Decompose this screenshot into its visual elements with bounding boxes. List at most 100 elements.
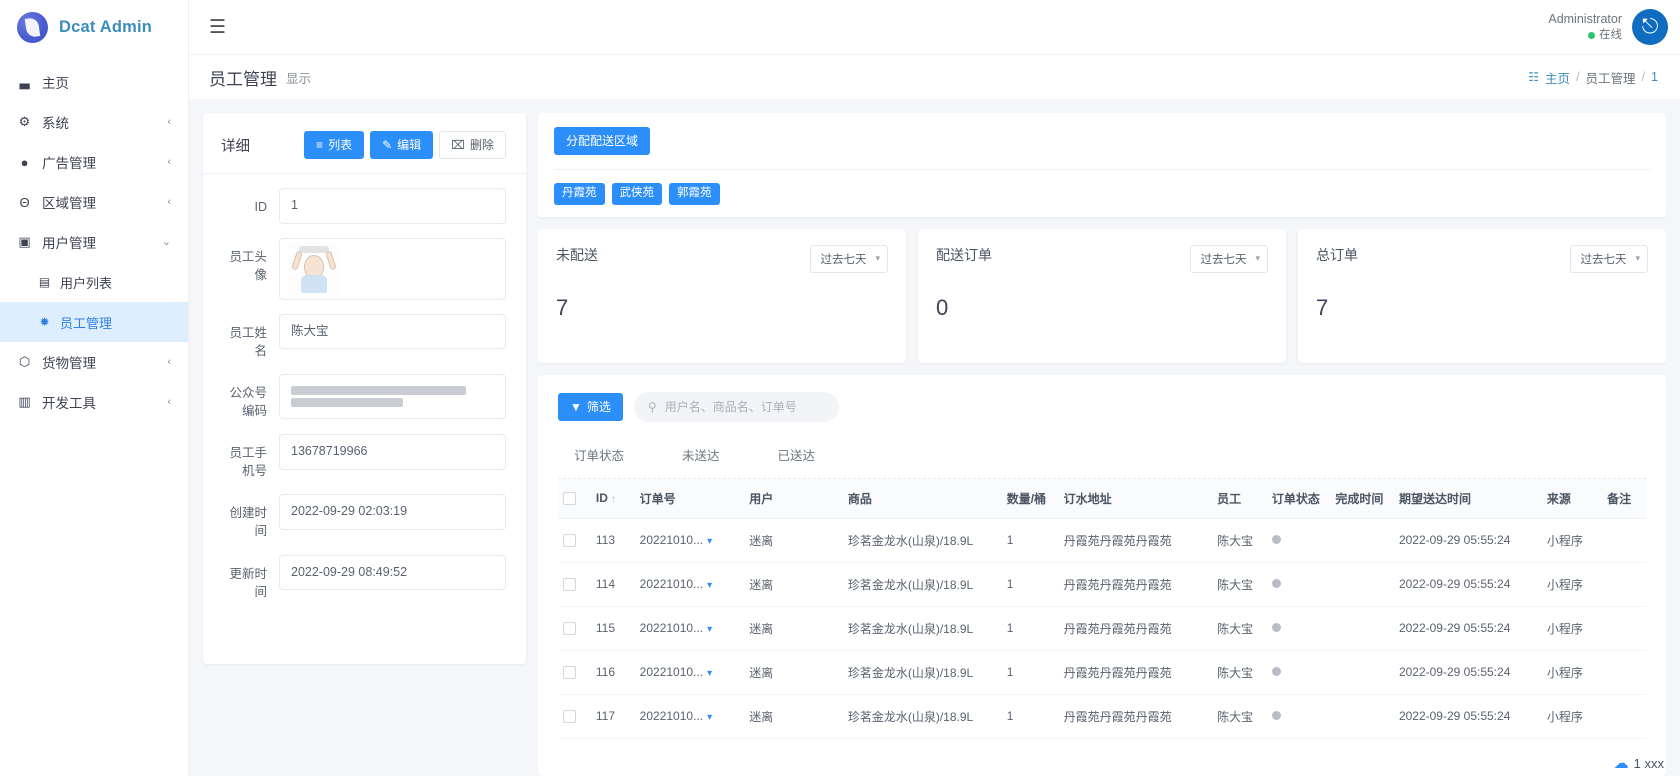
- sidebar-item-label: 广告管理: [42, 156, 96, 171]
- sidebar-item-4[interactable]: ▣ 用户管理 ⌄: [0, 222, 188, 262]
- stat-range-select[interactable]: 过去七天 ▾: [1570, 244, 1648, 273]
- tab-2[interactable]: 已送达: [778, 441, 816, 468]
- row-checkbox[interactable]: [563, 666, 576, 680]
- tab-0[interactable]: 订单状态: [574, 441, 624, 468]
- detail-field-label: 员工姓名: [229, 325, 267, 358]
- stat-range-label: 过去七天: [1580, 253, 1627, 266]
- cell-order-no[interactable]: 20221010... ▾: [634, 562, 745, 607]
- area-tag[interactable]: 丹霞苑: [554, 183, 605, 205]
- search-icon: ⚲: [647, 399, 657, 414]
- grid-scroll-region[interactable]: ID ↑ 订单号 用户 商品 数量/桶 订水地址 员工 订单状态 完成时间 期望送达时间 来源 备注 1…: [538, 478, 1666, 776]
- column-header-4[interactable]: 数量/桶: [1001, 478, 1059, 519]
- breadcrumb-separator: /: [1576, 70, 1580, 84]
- column-header-5[interactable]: 订水地址: [1058, 478, 1213, 519]
- cell-order-no[interactable]: 20221010... ▾: [634, 518, 745, 563]
- sidebar-item-5[interactable]: ▤ 用户列表: [0, 262, 188, 302]
- tab-1[interactable]: 未送达: [682, 441, 720, 468]
- row-checkbox[interactable]: [563, 710, 576, 724]
- sidebar-item-7[interactable]: ⬡ 货物管理 ‹: [0, 342, 188, 382]
- column-header-8[interactable]: 完成时间: [1330, 478, 1394, 519]
- detail-field-row: 员工姓名 陈大宝: [221, 313, 506, 360]
- hamburger-icon[interactable]: ☰: [209, 18, 226, 37]
- funnel-icon: ▼: [570, 399, 582, 414]
- column-header-10[interactable]: 来源: [1541, 478, 1603, 519]
- expand-icon[interactable]: ▾: [707, 668, 712, 679]
- column-header-9[interactable]: 期望送达时间: [1393, 478, 1542, 519]
- cell-source: 小程序: [1541, 518, 1603, 563]
- column-header-6[interactable]: 员工: [1212, 478, 1267, 519]
- row-checkbox[interactable]: [563, 622, 576, 636]
- sidebar-item-6[interactable]: ✹ 员工管理: [0, 302, 188, 342]
- column-header-3[interactable]: 商品: [842, 478, 1002, 519]
- sidebar-item-8[interactable]: ▥ 开发工具 ‹: [0, 382, 188, 422]
- row-select-cell: [558, 562, 591, 607]
- sidebar-item-2[interactable]: ● 广告管理 ‹: [0, 142, 188, 182]
- cell-product: 珍茗金龙水(山泉)/18.9L: [842, 650, 1002, 695]
- cell-remark: [1602, 518, 1646, 563]
- pencil-icon: ✎: [382, 138, 393, 152]
- area-tag[interactable]: 郭霞苑: [669, 183, 720, 205]
- select-all-checkbox[interactable]: [563, 492, 576, 506]
- detail-field-row: 员工手机号 13678719966: [221, 434, 506, 480]
- row-checkbox[interactable]: [563, 534, 576, 548]
- sidebar-item-0[interactable]: ▃ 主页: [0, 62, 188, 102]
- online-dot-icon: [1588, 31, 1595, 39]
- orders-table-head: ID ↑ 订单号 用户 商品 数量/桶 订水地址 员工 订单状态 完成时间 期望送达时间 来源 备注: [558, 478, 1646, 519]
- user-name: Administrator: [1548, 11, 1622, 26]
- column-header-11[interactable]: 备注: [1602, 478, 1646, 519]
- cell-expect-time: 2022-09-29 05:55:24: [1393, 518, 1542, 563]
- assign-delivery-area-button[interactable]: 分配配送区域: [554, 127, 651, 155]
- stat-range-select[interactable]: 过去七天 ▾: [1190, 244, 1268, 273]
- detail-fields: ID 1 员工头像 员工姓名 陈大宝 公众号编码 员工手机号 13678719966 创建时间 2…: [221, 188, 506, 601]
- breadcrumb-separator-2: /: [1641, 70, 1646, 84]
- filter-button[interactable]: ▼ 筛选: [558, 392, 623, 421]
- search-input[interactable]: [664, 399, 825, 414]
- expand-icon[interactable]: ▾: [707, 536, 712, 547]
- float-badge[interactable]: ☁ 1 xxx: [1614, 754, 1664, 772]
- user-meta: Administrator 在线: [1548, 11, 1622, 43]
- column-header-0[interactable]: ID ↑: [590, 478, 635, 519]
- cell-user: 迷离: [744, 606, 843, 651]
- cell-order-no[interactable]: 20221010... ▾: [634, 650, 745, 695]
- detail-list-button[interactable]: ≡ 列表: [304, 131, 365, 159]
- detail-trash-button[interactable]: ⌧ 删除: [439, 131, 506, 159]
- column-header-7[interactable]: 订单状态: [1266, 478, 1331, 519]
- expand-icon[interactable]: ▾: [707, 624, 712, 635]
- stat-card-0: 未配送 过去七天 ▾ 7: [538, 228, 906, 363]
- sidebar-item-3[interactable]: Θ 区域管理 ‹: [0, 182, 188, 222]
- sort-asc-icon[interactable]: ↑: [611, 494, 616, 505]
- column-header-1[interactable]: 订单号: [634, 478, 745, 519]
- area-tag[interactable]: 武侠苑: [611, 183, 662, 205]
- expand-icon[interactable]: ▾: [707, 580, 712, 591]
- column-header-2[interactable]: 用户: [744, 478, 843, 519]
- cell-qty: 1: [1001, 562, 1059, 607]
- stat-range-select[interactable]: 过去七天 ▾: [810, 244, 888, 273]
- row-checkbox[interactable]: [563, 578, 576, 592]
- table-row[interactable]: 116 20221010... ▾ 迷离 珍茗金龙水(山泉)/18.9L 1 丹霞苑丹霞苑丹…: [558, 650, 1646, 695]
- cell-user: 迷离: [744, 562, 843, 607]
- brand-logo-area[interactable]: Dcat Admin: [0, 0, 188, 55]
- delivery-area-card: 分配配送区域 丹霞苑 武侠苑 郭霞苑: [538, 113, 1666, 217]
- select-all-header: [558, 478, 591, 519]
- table-row[interactable]: 113 20221010... ▾ 迷离 珍茗金龙水(山泉)/18.9L 1 丹霞苑丹霞苑丹…: [558, 518, 1646, 563]
- cell-expect-time: 2022-09-29 05:55:24: [1393, 606, 1542, 651]
- breadcrumb-home[interactable]: 主页: [1545, 68, 1570, 87]
- stat-title: 配送订单: [936, 246, 992, 263]
- detail-field-value: 2022-09-29 02:03:19: [279, 494, 506, 530]
- detail-pencil-button[interactable]: ✎ 编辑: [370, 131, 434, 159]
- avatar[interactable]: ⎋: [1632, 9, 1668, 45]
- table-row[interactable]: 117 20221010... ▾ 迷离 珍茗金龙水(山泉)/18.9L 1 丹霞苑丹霞苑丹…: [558, 694, 1646, 739]
- breadcrumb-section[interactable]: 员工管理: [1586, 68, 1636, 87]
- sidebar-item-1[interactable]: ⚙ 系统 ‹: [0, 102, 188, 142]
- search-box[interactable]: ⚲: [633, 391, 839, 422]
- table-row[interactable]: 115 20221010... ▾ 迷离 珍茗金龙水(山泉)/18.9L 1 丹霞苑丹霞苑丹…: [558, 606, 1646, 651]
- cell-expect-time: 2022-09-29 05:55:24: [1393, 650, 1542, 695]
- table-row[interactable]: 114 20221010... ▾ 迷离 珍茗金龙水(山泉)/18.9L 1 丹霞苑丹霞苑丹…: [558, 562, 1646, 607]
- android-icon: ✹: [39, 315, 50, 329]
- sidebar: Dcat Admin ▃ 主页 ⚙ 系统 ‹ ● 广告管理 ‹ Θ 区域管理 ‹ ▣ 用户管理 ⌄ ▤ 用户列…: [0, 0, 189, 776]
- cell-address: 丹霞苑丹霞苑丹霞苑: [1058, 606, 1213, 651]
- cell-order-no[interactable]: 20221010... ▾: [634, 694, 745, 739]
- cell-status: [1266, 650, 1331, 695]
- cell-order-no[interactable]: 20221010... ▾: [634, 606, 745, 651]
- expand-icon[interactable]: ▾: [707, 712, 712, 723]
